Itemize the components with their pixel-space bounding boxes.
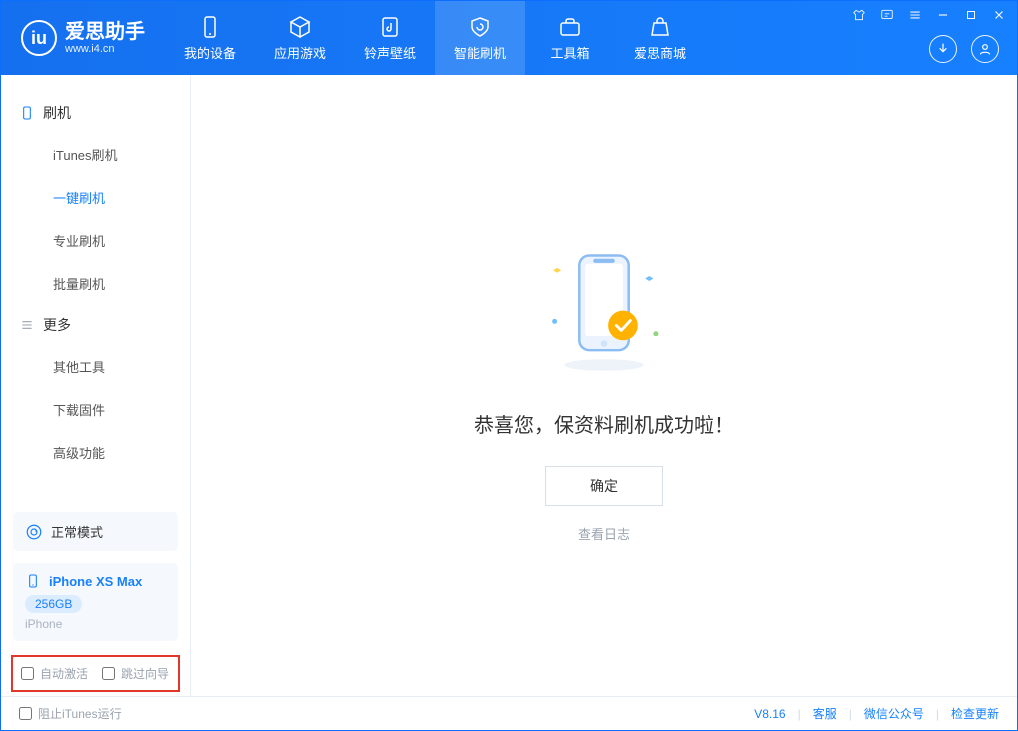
- sidebar-item-advanced[interactable]: 高级功能: [1, 431, 190, 474]
- sidebar-item-other-tools[interactable]: 其他工具: [1, 345, 190, 388]
- window-controls: [851, 7, 1007, 23]
- close-button[interactable]: [991, 7, 1007, 23]
- logo-area: iu 爱思助手 www.i4.cn: [1, 20, 145, 56]
- minimize-button[interactable]: [935, 7, 951, 23]
- user-icon: [977, 41, 993, 57]
- mode-card[interactable]: 正常模式: [13, 512, 178, 551]
- sidebar: 刷机 iTunes刷机 一键刷机 专业刷机 批量刷机 更多 其他工具 下载固件 …: [1, 75, 191, 696]
- nav-my-device[interactable]: 我的设备: [165, 1, 255, 75]
- success-illustration: [534, 229, 674, 389]
- footer-right: V8.16 | 客服 | 微信公众号 | 检查更新: [754, 705, 999, 722]
- maximize-button[interactable]: [963, 7, 979, 23]
- checkbox-block-itunes-input[interactable]: [19, 707, 32, 720]
- header-right-actions: [929, 35, 999, 63]
- logo-icon: iu: [21, 20, 57, 56]
- checkbox-auto-activate-input[interactable]: [21, 667, 34, 680]
- account-button[interactable]: [971, 35, 999, 63]
- confirm-button[interactable]: 确定: [545, 466, 663, 506]
- download-icon: [935, 41, 951, 57]
- footer-link-support[interactable]: 客服: [813, 705, 837, 722]
- device-card[interactable]: iPhone XS Max 256GB iPhone: [13, 563, 178, 641]
- sidebar-item-batch-flash[interactable]: 批量刷机: [1, 262, 190, 305]
- nav: 我的设备 应用游戏 铃声壁纸 智能刷机 工具箱 爱思商城: [165, 1, 705, 75]
- logo-text: 爱思助手 www.i4.cn: [65, 21, 145, 55]
- device-type: iPhone: [25, 617, 166, 631]
- toolbox-icon: [558, 15, 582, 39]
- sidebar-section-flash: 刷机 iTunes刷机 一键刷机 专业刷机 批量刷机: [1, 93, 190, 305]
- header: iu 爱思助手 www.i4.cn 我的设备 应用游戏 铃声壁纸 智能刷机 工具…: [1, 1, 1017, 75]
- nav-store[interactable]: 爱思商城: [615, 1, 705, 75]
- sidebar-item-oneclick-flash[interactable]: 一键刷机: [1, 176, 190, 219]
- sidebar-header-more[interactable]: 更多: [1, 305, 190, 345]
- download-button[interactable]: [929, 35, 957, 63]
- nav-smart-flash[interactable]: 智能刷机: [435, 1, 525, 75]
- nav-toolbox[interactable]: 工具箱: [525, 1, 615, 75]
- nav-ringtone-wallpaper[interactable]: 铃声壁纸: [345, 1, 435, 75]
- checkbox-skip-guide[interactable]: 跳过向导: [102, 665, 169, 682]
- menu-icon[interactable]: [907, 7, 923, 23]
- shirt-icon[interactable]: [851, 7, 867, 23]
- checkbox-skip-guide-input[interactable]: [102, 667, 115, 680]
- sidebar-item-download-firmware[interactable]: 下载固件: [1, 388, 190, 431]
- success-message: 恭喜您，保资料刷机成功啦！: [474, 409, 734, 438]
- sidebar-header-flash[interactable]: 刷机: [1, 93, 190, 133]
- music-file-icon: [378, 15, 402, 39]
- app-title: 爱思助手: [65, 21, 145, 43]
- main-content: 恭喜您，保资料刷机成功啦！ 确定 查看日志: [191, 75, 1017, 696]
- feedback-icon[interactable]: [879, 7, 895, 23]
- footer-link-update[interactable]: 检查更新: [951, 705, 999, 722]
- nav-apps-games[interactable]: 应用游戏: [255, 1, 345, 75]
- device-small-icon: [25, 573, 41, 589]
- version-label: V8.16: [754, 707, 785, 721]
- list-icon: [19, 317, 35, 333]
- refresh-shield-icon: [468, 15, 492, 39]
- store-icon: [648, 15, 672, 39]
- checkbox-auto-activate[interactable]: 自动激活: [21, 665, 88, 682]
- cube-icon: [288, 15, 312, 39]
- sidebar-section-more: 更多 其他工具 下载固件 高级功能: [1, 305, 190, 474]
- mode-label: 正常模式: [51, 522, 103, 541]
- checkbox-block-itunes[interactable]: 阻止iTunes运行: [19, 705, 122, 722]
- sidebar-item-itunes-flash[interactable]: iTunes刷机: [1, 133, 190, 176]
- storage-badge: 256GB: [25, 595, 82, 613]
- device-icon: [198, 15, 222, 39]
- phone-icon: [19, 105, 35, 121]
- footer: 阻止iTunes运行 V8.16 | 客服 | 微信公众号 | 检查更新: [1, 696, 1017, 730]
- mode-sync-icon: [25, 523, 43, 541]
- footer-link-wechat[interactable]: 微信公众号: [864, 705, 924, 722]
- view-log-link[interactable]: 查看日志: [578, 524, 630, 543]
- device-name-row: iPhone XS Max: [25, 573, 166, 589]
- sidebar-item-pro-flash[interactable]: 专业刷机: [1, 219, 190, 262]
- options-highlight-box: 自动激活 跳过向导: [11, 655, 180, 692]
- app-website: www.i4.cn: [65, 43, 145, 55]
